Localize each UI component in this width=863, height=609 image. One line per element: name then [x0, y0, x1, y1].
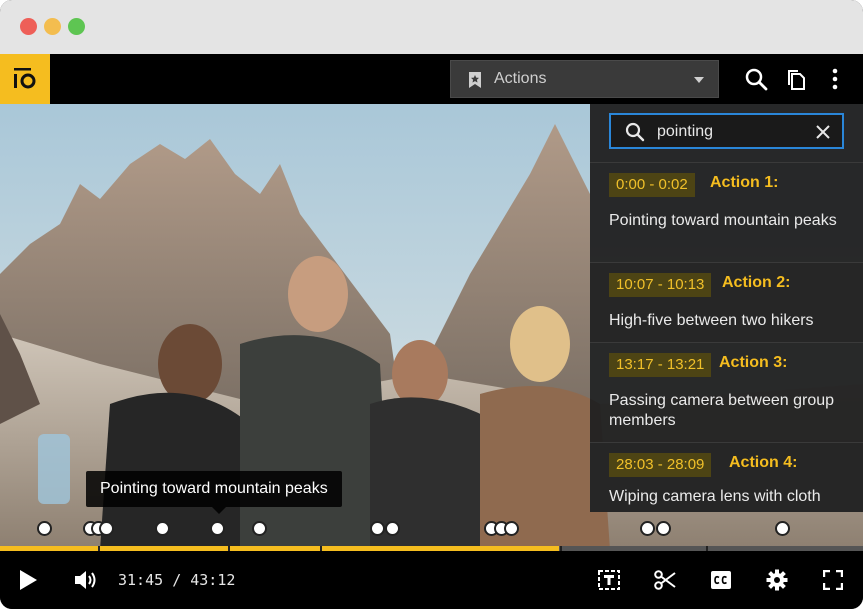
transcript-icon[interactable]: [598, 570, 620, 590]
timeline-marker[interactable]: [504, 521, 519, 536]
search-icon: [625, 122, 645, 142]
timecode: 31:45 / 43:12: [118, 571, 235, 589]
io-logo-icon: [14, 68, 36, 89]
minimize-window-button[interactable]: [44, 18, 61, 35]
close-window-button[interactable]: [20, 18, 37, 35]
bookmark-star-icon: [469, 72, 481, 88]
app-logo[interactable]: [0, 54, 50, 104]
timeline-marker[interactable]: [656, 521, 671, 536]
search-input-value: pointing: [657, 123, 714, 140]
close-icon[interactable]: [815, 124, 831, 140]
actions-dropdown-label: Actions: [494, 70, 547, 87]
timeline-marker[interactable]: [370, 521, 385, 536]
actions-dropdown[interactable]: Actions: [450, 60, 719, 98]
gear-icon[interactable]: [766, 569, 788, 591]
closed-captions-icon[interactable]: [710, 570, 732, 590]
scissors-icon[interactable]: [654, 570, 676, 590]
maximize-window-button[interactable]: [68, 18, 85, 35]
result-time-range: 0:00 - 0:02: [609, 173, 695, 197]
volume-icon[interactable]: [74, 569, 98, 591]
result-action-label: Action 2:: [722, 274, 791, 291]
result-description: Pointing toward mountain peaks: [609, 212, 837, 229]
result-description: Wiping camera lens with cloth: [609, 488, 821, 505]
timeline-marker[interactable]: [775, 521, 790, 536]
search-input[interactable]: pointing: [609, 113, 844, 149]
timeline-marker[interactable]: [385, 521, 400, 536]
result-time-range: 13:17 - 13:21: [609, 353, 712, 377]
action-caption-tooltip: Pointing toward mountain peaks: [86, 471, 342, 514]
window-titlebar: [0, 0, 863, 54]
result-time-range: 28:03 - 28:09: [609, 453, 712, 477]
search-results-panel: pointing 0:00 - 0:02 Action 1: Pointing …: [590, 104, 863, 512]
player-controls: 31:45 / 43:12: [0, 551, 863, 609]
fullscreen-icon[interactable]: [823, 570, 843, 590]
timeline-marker[interactable]: [37, 521, 52, 536]
result-description: High-five between two hikers: [609, 312, 814, 329]
result-item[interactable]: 28:03 - 28:09 Action 4: Wiping camera le…: [590, 442, 863, 512]
result-time-range: 10:07 - 10:13: [609, 273, 712, 297]
copy-icon[interactable]: [785, 67, 807, 91]
result-action-label: Action 4:: [729, 454, 798, 471]
result-item[interactable]: 13:17 - 13:21 Action 3: Passing camera b…: [590, 342, 863, 442]
timeline-marker[interactable]: [640, 521, 655, 536]
app-window: Actions pointing 0:00 - 0:02 Action 1: P…: [0, 0, 863, 609]
result-action-label: Action 3:: [719, 354, 788, 371]
chevron-down-icon: [694, 77, 704, 83]
current-time: 31:45: [118, 571, 164, 589]
result-item[interactable]: 0:00 - 0:02 Action 1: Pointing toward mo…: [590, 162, 863, 262]
more-options-icon[interactable]: [831, 67, 839, 91]
timeline-marker[interactable]: [99, 521, 114, 536]
play-icon[interactable]: [18, 569, 38, 591]
timeline-marker[interactable]: [155, 521, 170, 536]
result-description: Passing camera between group members: [609, 392, 835, 429]
timeline-marker[interactable]: [210, 521, 225, 536]
app-header: Actions: [0, 54, 863, 104]
search-icon[interactable]: [744, 67, 768, 91]
result-action-label: Action 1:: [710, 174, 779, 191]
time-separator: /: [172, 571, 182, 589]
duration: 43:12: [190, 571, 236, 589]
result-item[interactable]: 10:07 - 10:13 Action 2: High-five betwee…: [590, 262, 863, 342]
timeline-marker[interactable]: [252, 521, 267, 536]
